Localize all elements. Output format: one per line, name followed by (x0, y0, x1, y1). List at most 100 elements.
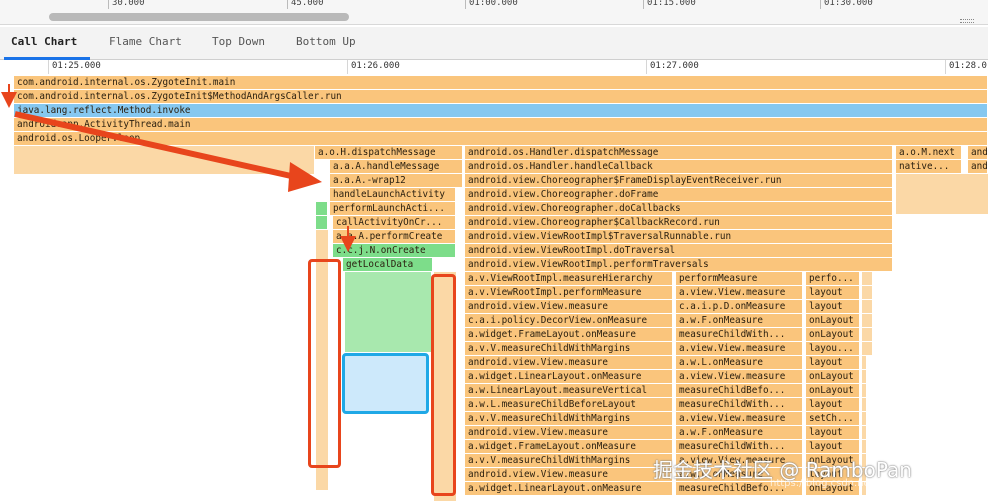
frame-col3[interactable]: a.view.View.measure (676, 370, 803, 383)
frame-col1[interactable]: performLaunchActi... (330, 202, 456, 215)
frame-col4[interactable]: onLayout (806, 314, 860, 327)
overview-tick (465, 0, 466, 9)
flame-stripe (862, 314, 872, 327)
flame-stripe (896, 174, 988, 214)
axis-tick (646, 60, 647, 74)
frame-col1[interactable]: a.a.A.performCreate (333, 230, 456, 243)
frame-col1[interactable]: a.a.A.handleMessage (330, 160, 463, 173)
flame-stripe (862, 440, 866, 453)
axis-label: 01:26.000 (351, 61, 400, 71)
flame-stripe (862, 412, 866, 425)
frame-col2b[interactable]: a.widget.LinearLayout.onMeasure (465, 482, 673, 495)
frame-col2[interactable]: android.view.Choreographer.doFrame (465, 188, 893, 201)
overview-tick (643, 0, 644, 9)
frame-col4[interactable]: layout (806, 440, 860, 453)
frame-col2b[interactable]: a.widget.FrameLayout.onMeasure (465, 440, 673, 453)
frame-col4[interactable]: onLayout (806, 328, 860, 341)
frame-right[interactable]: a.o.M.next (896, 146, 962, 159)
frame-right-edge[interactable]: and (968, 160, 988, 173)
frame-col2b[interactable]: android.view.View.measure (465, 300, 673, 313)
frame-col2[interactable]: android.view.Choreographer.doCallbacks (465, 202, 893, 215)
overview-tick (287, 0, 288, 9)
frame-col2[interactable]: android.os.Handler.handleCallback (465, 160, 893, 173)
frame-zygote-caller[interactable]: com.android.internal.os.ZygoteInit$Metho… (14, 90, 988, 103)
frame-col2b[interactable]: android.view.View.measure (465, 468, 673, 481)
frame-col4[interactable]: layout (806, 398, 860, 411)
frame-col1[interactable]: a.a.A.-wrap12 (330, 174, 463, 187)
call-chart-canvas[interactable]: com.android.internal.os.ZygoteInit.main … (0, 74, 988, 501)
overview-scroll-thumb[interactable] (49, 13, 349, 21)
frame-col2[interactable]: android.view.ViewRootImpl.performTravers… (465, 258, 893, 271)
overview-label: 30.000 (112, 0, 145, 8)
tab-flame-chart[interactable]: Flame Chart (109, 35, 182, 48)
frame-col2[interactable]: android.view.ViewRootImpl$TraversalRunna… (465, 230, 893, 243)
frame-col3[interactable]: measureChildWith... (676, 328, 803, 341)
frame-col1[interactable]: a.o.H.dispatchMessage (315, 146, 463, 159)
frame-col4[interactable]: layout (806, 286, 860, 299)
frame-col2[interactable]: android.os.Handler.dispatchMessage (465, 146, 893, 159)
frame-col2[interactable]: android.view.Choreographer$FrameDisplayE… (465, 174, 893, 187)
frame-right[interactable]: native... (896, 160, 962, 173)
frame-looper-loop[interactable]: android.os.Looper.loop (14, 132, 988, 145)
frame-col4[interactable]: layout (806, 300, 860, 313)
frame-col3[interactable]: a.view.View.measure (676, 412, 803, 425)
flame-stripe (862, 342, 872, 355)
frame-small-green[interactable] (316, 216, 328, 229)
frame-col4[interactable]: perfo... (806, 272, 860, 285)
frame-col1[interactable]: callActivityOnCr... (333, 216, 456, 229)
frame-col2b[interactable]: a.v.V.measureChildWithMargins (465, 342, 673, 355)
axis-tick (347, 60, 348, 74)
overview-timeline[interactable]: 30.000 45.000 01:00.000 01:15.000 01:30.… (0, 0, 988, 25)
frame-col2b[interactable]: android.view.View.measure (465, 356, 673, 369)
frame-col2b[interactable]: android.view.View.measure (465, 426, 673, 439)
frame-col2b[interactable]: a.v.V.measureChildWithMargins (465, 412, 673, 425)
frame-col2b[interactable]: a.v.V.measureChildWithMargins (465, 454, 673, 467)
frame-col1[interactable]: c.c.j.N.onCreate (333, 244, 456, 257)
frame-right-edge[interactable]: and (968, 146, 988, 159)
frame-col3[interactable]: a.view.View.measure (676, 286, 803, 299)
frame-col1[interactable]: handleLaunchActivity (330, 188, 456, 201)
frame-col3[interactable]: c.a.i.p.D.onMeasure (676, 300, 803, 313)
frame-col4[interactable]: layou... (806, 342, 860, 355)
time-axis: 01:25.000 01:26.000 01:27.000 01:28.0 (0, 60, 988, 74)
tab-call-chart[interactable]: Call Chart (11, 35, 77, 48)
tab-bottom-up[interactable]: Bottom Up (296, 35, 356, 48)
watermark-url: https://blog.csdn.net/rambopan (770, 478, 929, 489)
frame-col2b[interactable]: a.w.LinearLayout.measureVertical (465, 384, 673, 397)
frame-col2b[interactable]: a.w.L.measureChildBeforeLayout (465, 398, 673, 411)
resize-grip-icon[interactable] (960, 19, 974, 23)
flame-stripe (862, 370, 866, 383)
flame-stripe (345, 272, 431, 352)
frame-col2b[interactable]: a.widget.LinearLayout.onMeasure (465, 370, 673, 383)
frame-activity-thread-main[interactable]: android.app.ActivityThread.main (14, 118, 988, 131)
frame-col3[interactable]: a.w.F.onMeasure (676, 426, 803, 439)
tab-top-down[interactable]: Top Down (212, 35, 265, 48)
frame-col3[interactable]: a.w.L.onMeasure (676, 356, 803, 369)
frame-col2b[interactable]: c.a.i.policy.DecorView.onMeasure (465, 314, 673, 327)
frame-zygote-main[interactable]: com.android.internal.os.ZygoteInit.main (14, 76, 988, 89)
frame-col2[interactable]: android.view.ViewRootImpl.doTraversal (465, 244, 893, 257)
frame-col3[interactable]: a.w.F.onMeasure (676, 314, 803, 327)
frame-col3[interactable]: measureChildWith... (676, 398, 803, 411)
flame-stripe (14, 146, 314, 174)
red-highlight-box (308, 259, 341, 468)
frame-col2b[interactable]: a.v.ViewRootImpl.measureHierarchy (465, 272, 673, 285)
frame-col4[interactable]: onLayout (806, 370, 860, 383)
frame-col2b[interactable]: a.widget.FrameLayout.onMeasure (465, 328, 673, 341)
overview-label: 01:15.000 (647, 0, 696, 8)
frame-col4[interactable]: onLayout (806, 384, 860, 397)
frame-col3[interactable]: measureChildBefo... (676, 384, 803, 397)
frame-col4[interactable]: layout (806, 426, 860, 439)
frame-col1[interactable]: getLocalData (343, 258, 433, 271)
overview-label: 01:00.000 (469, 0, 518, 8)
frame-small-green[interactable] (316, 202, 328, 215)
flame-stripe (862, 328, 872, 341)
frame-col2[interactable]: android.view.Choreographer$CallbackRecor… (465, 216, 893, 229)
frame-method-invoke[interactable]: java.lang.reflect.Method.invoke (14, 104, 988, 117)
frame-col4[interactable]: layout (806, 356, 860, 369)
frame-col4[interactable]: setCh... (806, 412, 860, 425)
frame-col3[interactable]: a.view.View.measure (676, 342, 803, 355)
frame-col3[interactable]: measureChildWith... (676, 440, 803, 453)
frame-col3[interactable]: performMeasure (676, 272, 803, 285)
frame-col2b[interactable]: a.v.ViewRootImpl.performMeasure (465, 286, 673, 299)
